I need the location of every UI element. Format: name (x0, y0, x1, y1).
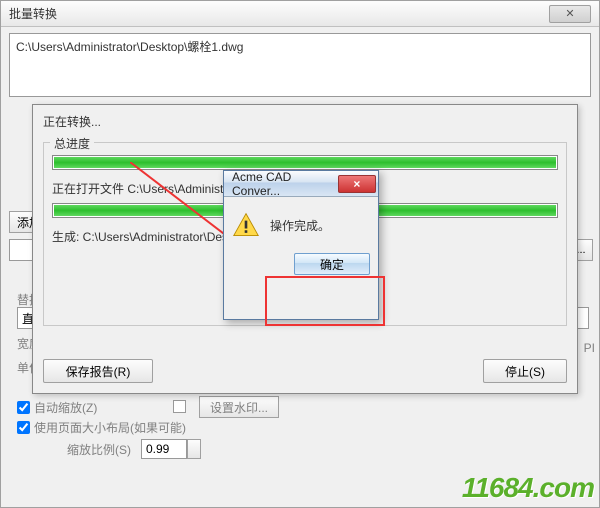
auto-zoom-label: 自动缩放(Z) (34, 399, 97, 416)
main-titlebar: 批量转换 ✕ (1, 1, 599, 27)
overall-label: 总进度 (50, 135, 94, 152)
watermark-label: 设置水印... (210, 399, 268, 416)
window-title: 批量转换 (9, 5, 57, 22)
scale-field[interactable]: 0.99 (141, 439, 187, 459)
watermark-checkbox[interactable] (173, 400, 186, 413)
message-dialog: Acme CAD Conver... × 操作完成。 确定 (223, 170, 379, 320)
save-report-button[interactable]: 保存报告(R) (43, 359, 153, 383)
scale-label: 缩放比例(S) (67, 441, 131, 458)
close-icon: ✕ (565, 7, 574, 20)
message-body: 操作完成。 (224, 197, 378, 253)
message-titlebar: Acme CAD Conver... × (224, 171, 378, 197)
ok-label: 确定 (320, 256, 344, 273)
pi-label: PI (584, 341, 595, 355)
message-close-button[interactable]: × (338, 175, 376, 193)
scale-value: 0.99 (146, 442, 169, 456)
close-x-icon: × (353, 177, 360, 191)
message-text: 操作完成。 (270, 217, 330, 234)
auto-zoom-checkbox[interactable] (17, 401, 30, 414)
brand-suffix: .com (533, 472, 594, 503)
brand-watermark: 11684.com (462, 472, 594, 504)
message-button-row: 确定 (224, 253, 378, 283)
stop-button[interactable]: 停止(S) (483, 359, 567, 383)
save-report-label: 保存报告(R) (66, 363, 131, 380)
file-list[interactable]: C:\Users\Administrator\Desktop\螺栓1.dwg (9, 33, 591, 97)
stop-label: 停止(S) (505, 363, 545, 380)
file-path-text: C:\Users\Administrator\Desktop\螺栓1.dwg (16, 40, 243, 54)
overall-progress-fill (54, 157, 556, 168)
page-layout-row: 使用页面大小布局(如果可能) (17, 419, 186, 436)
auto-zoom-row: 自动缩放(Z) (17, 399, 97, 416)
watermark-button[interactable]: 设置水印... (199, 396, 279, 418)
page-layout-checkbox[interactable] (17, 421, 30, 434)
main-close-button[interactable]: ✕ (549, 5, 591, 23)
progress-buttons: 保存报告(R) 停止(S) (43, 359, 567, 383)
progress-title: 正在转换... (33, 105, 577, 134)
ok-button[interactable]: 确定 (294, 253, 370, 275)
warning-icon (232, 211, 260, 239)
brand-name: 11684 (462, 472, 533, 503)
page-layout-label: 使用页面大小布局(如果可能) (34, 419, 186, 436)
scale-spinner[interactable] (187, 439, 201, 459)
overall-progress (52, 155, 558, 170)
message-title: Acme CAD Conver... (232, 170, 338, 198)
